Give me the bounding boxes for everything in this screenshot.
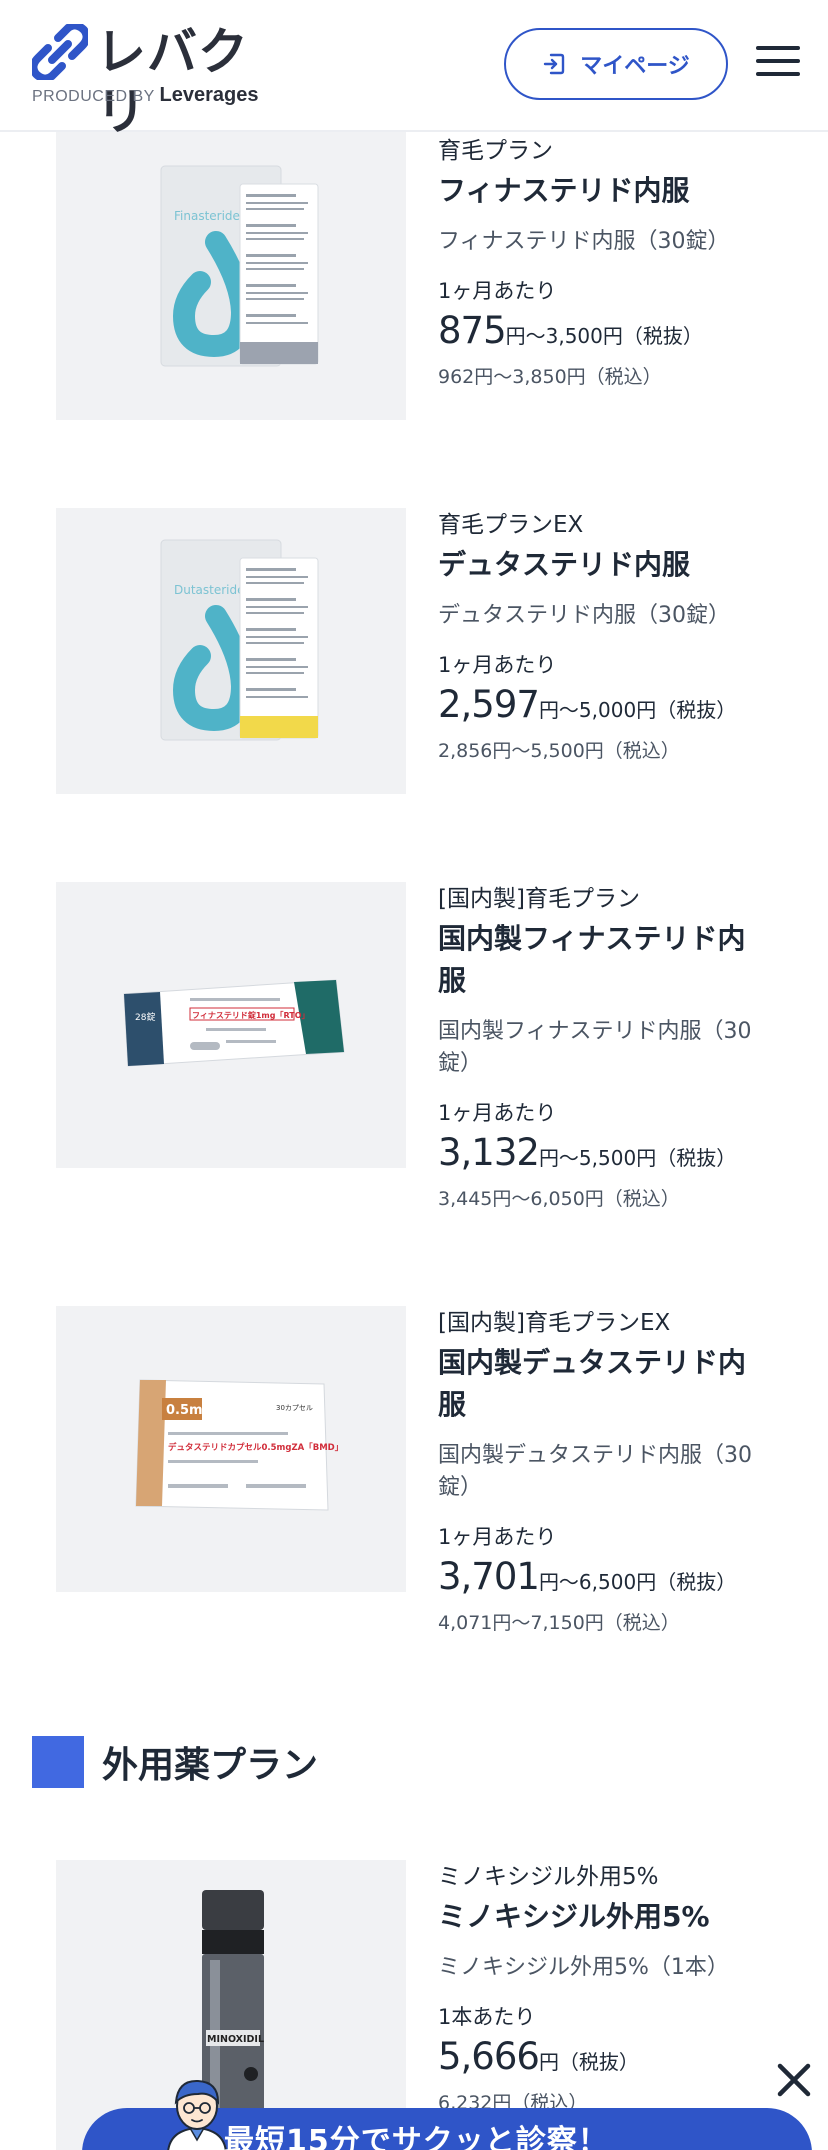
price-range: 円（税抜） bbox=[538, 2050, 639, 2074]
package-label-text: デュタステリドカプセル0.5mgZA「BMD」 bbox=[168, 1442, 343, 1453]
logo[interactable]: レバクリ PRODUCED BY Leverages bbox=[32, 22, 272, 141]
package-count-text: 30カプセル bbox=[276, 1404, 313, 1412]
price-tax-excluded: 3,701円〜6,500円（税抜） bbox=[438, 1554, 768, 1607]
section-marker bbox=[32, 1736, 84, 1788]
product-name: ミノキシジル外用5% bbox=[438, 1900, 710, 1933]
price-unit-label: 1ヶ月あたり bbox=[438, 1525, 557, 1549]
price-tax-included: 2,856円〜5,500円（税込） bbox=[438, 740, 680, 762]
product-name: フィナステリド内服 bbox=[438, 174, 690, 207]
product-image-domestic-dutasteride: 0.5mg 30カプセル デュタステリドカプセル0.5mgZA「BMD」 bbox=[56, 1306, 406, 1592]
package-brand-text: Dutasteride bbox=[174, 583, 245, 597]
product-info: [国内製]育毛プラン 国内製フィナステリド内服 国内製フィナステリド内服（30錠… bbox=[438, 882, 768, 1213]
price-main: 3,132 bbox=[438, 1131, 540, 1174]
product-name: 国内製デュタステリド内服 bbox=[438, 1346, 747, 1421]
close-icon[interactable] bbox=[776, 2062, 812, 2098]
site-header: レバクリ PRODUCED BY Leverages マイページ bbox=[0, 0, 828, 141]
logo-text: レバクリ bbox=[96, 23, 249, 141]
price-tax-excluded: 3,132円〜5,500円（税抜） bbox=[438, 1130, 768, 1183]
mypage-label: マイページ bbox=[580, 54, 690, 79]
price-tax-excluded: 2,597円〜5,000円（税抜） bbox=[438, 682, 768, 735]
price-main: 2,597 bbox=[438, 683, 540, 726]
login-icon bbox=[544, 53, 565, 75]
package-dose-text: 0.5mg bbox=[166, 1403, 212, 1418]
product-image-dutasteride: Dutasteride bbox=[56, 508, 406, 794]
product-info: 育毛プランEX デュタステリド内服 デュタステリド内服（30錠） 1ヶ月あたり … bbox=[438, 508, 768, 765]
plan-label: [国内製]育毛プラン bbox=[438, 886, 640, 912]
product-description: 国内製デュタステリド内服（30錠） bbox=[438, 1443, 752, 1500]
product-info: 育毛プラン フィナステリド内服 フィナステリド内服（30錠） 1ヶ月あたり 87… bbox=[438, 134, 768, 391]
price-tax-included: 962円〜3,850円（税込） bbox=[438, 366, 662, 388]
price-tax-excluded: 875円〜3,500円（税抜） bbox=[438, 308, 768, 361]
cta-label: 最短15分でサクッと診察！ bbox=[224, 2124, 609, 2150]
product-description: ミノキシジル外用5%（1本） bbox=[438, 1955, 729, 1980]
mypage-button[interactable]: マイページ bbox=[504, 28, 728, 100]
package-brand-text: MINOXIDIL bbox=[207, 2034, 264, 2045]
price-range: 円〜3,500円（税抜） bbox=[505, 324, 703, 348]
chain-link-logo-icon bbox=[32, 24, 88, 80]
product-name: デュタステリド内服 bbox=[438, 548, 691, 581]
section-title: 外用薬プラン bbox=[102, 1745, 319, 1786]
plan-label: 育毛プランEX bbox=[438, 512, 584, 538]
price-range: 円〜5,000円（税抜） bbox=[538, 698, 737, 722]
price-unit-label: 1本あたり bbox=[438, 2005, 536, 2029]
price-unit-label: 1ヶ月あたり bbox=[438, 279, 557, 303]
price-tax-included: 3,445円〜6,050円（税込） bbox=[438, 1188, 680, 1210]
price-tax-excluded: 5,666円（税抜） bbox=[438, 2034, 768, 2087]
package-label-text: フィナステリド錠1mg「RTO」 bbox=[192, 1010, 310, 1020]
plan-label: [国内製]育毛プランEX bbox=[438, 1310, 671, 1336]
price-tax-included: 4,071円〜7,150円（税込） bbox=[438, 1612, 680, 1634]
price-unit-label: 1ヶ月あたり bbox=[438, 653, 557, 677]
price-main: 875 bbox=[438, 309, 507, 352]
product-name: 国内製フィナステリド内服 bbox=[438, 922, 746, 997]
section-heading-topical: 外用薬プラン bbox=[32, 1735, 318, 1789]
plan-label: 育毛プラン bbox=[438, 138, 553, 164]
price-range: 円〜5,500円（税抜） bbox=[538, 1146, 737, 1170]
logo-tagline: PRODUCED BY Leverages bbox=[32, 84, 258, 107]
product-image-domestic-finasteride: 28錠 フィナステリド錠1mg「RTO」 bbox=[56, 882, 406, 1168]
product-image-finasteride: Finasteride bbox=[56, 132, 406, 420]
package-count-text: 28錠 bbox=[135, 1011, 155, 1023]
product-info: [国内製]育毛プランEX 国内製デュタステリド内服 国内製デュタステリド内服（3… bbox=[438, 1306, 768, 1637]
price-main: 5,666 bbox=[438, 2035, 540, 2078]
price-range: 円〜6,500円（税抜） bbox=[538, 1570, 737, 1594]
product-description: 国内製フィナステリド内服（30錠） bbox=[438, 1019, 752, 1076]
hamburger-menu-icon[interactable] bbox=[756, 46, 800, 82]
logo-tagline-brand: Leverages bbox=[159, 84, 259, 106]
logo-tagline-prefix: PRODUCED BY bbox=[32, 88, 155, 105]
price-unit-label: 1ヶ月あたり bbox=[438, 1101, 557, 1125]
doctor-avatar-icon bbox=[167, 2079, 227, 2150]
product-description: デュタステリド内服（30錠） bbox=[438, 603, 730, 628]
product-description: フィナステリド内服（30錠） bbox=[438, 229, 730, 254]
price-main: 3,701 bbox=[438, 1555, 540, 1598]
package-brand-text: Finasteride bbox=[174, 209, 240, 223]
plan-label: ミノキシジル外用5% bbox=[438, 1864, 659, 1890]
product-info: ミノキシジル外用5% ミノキシジル外用5% ミノキシジル外用5%（1本） 1本あ… bbox=[438, 1860, 768, 2117]
